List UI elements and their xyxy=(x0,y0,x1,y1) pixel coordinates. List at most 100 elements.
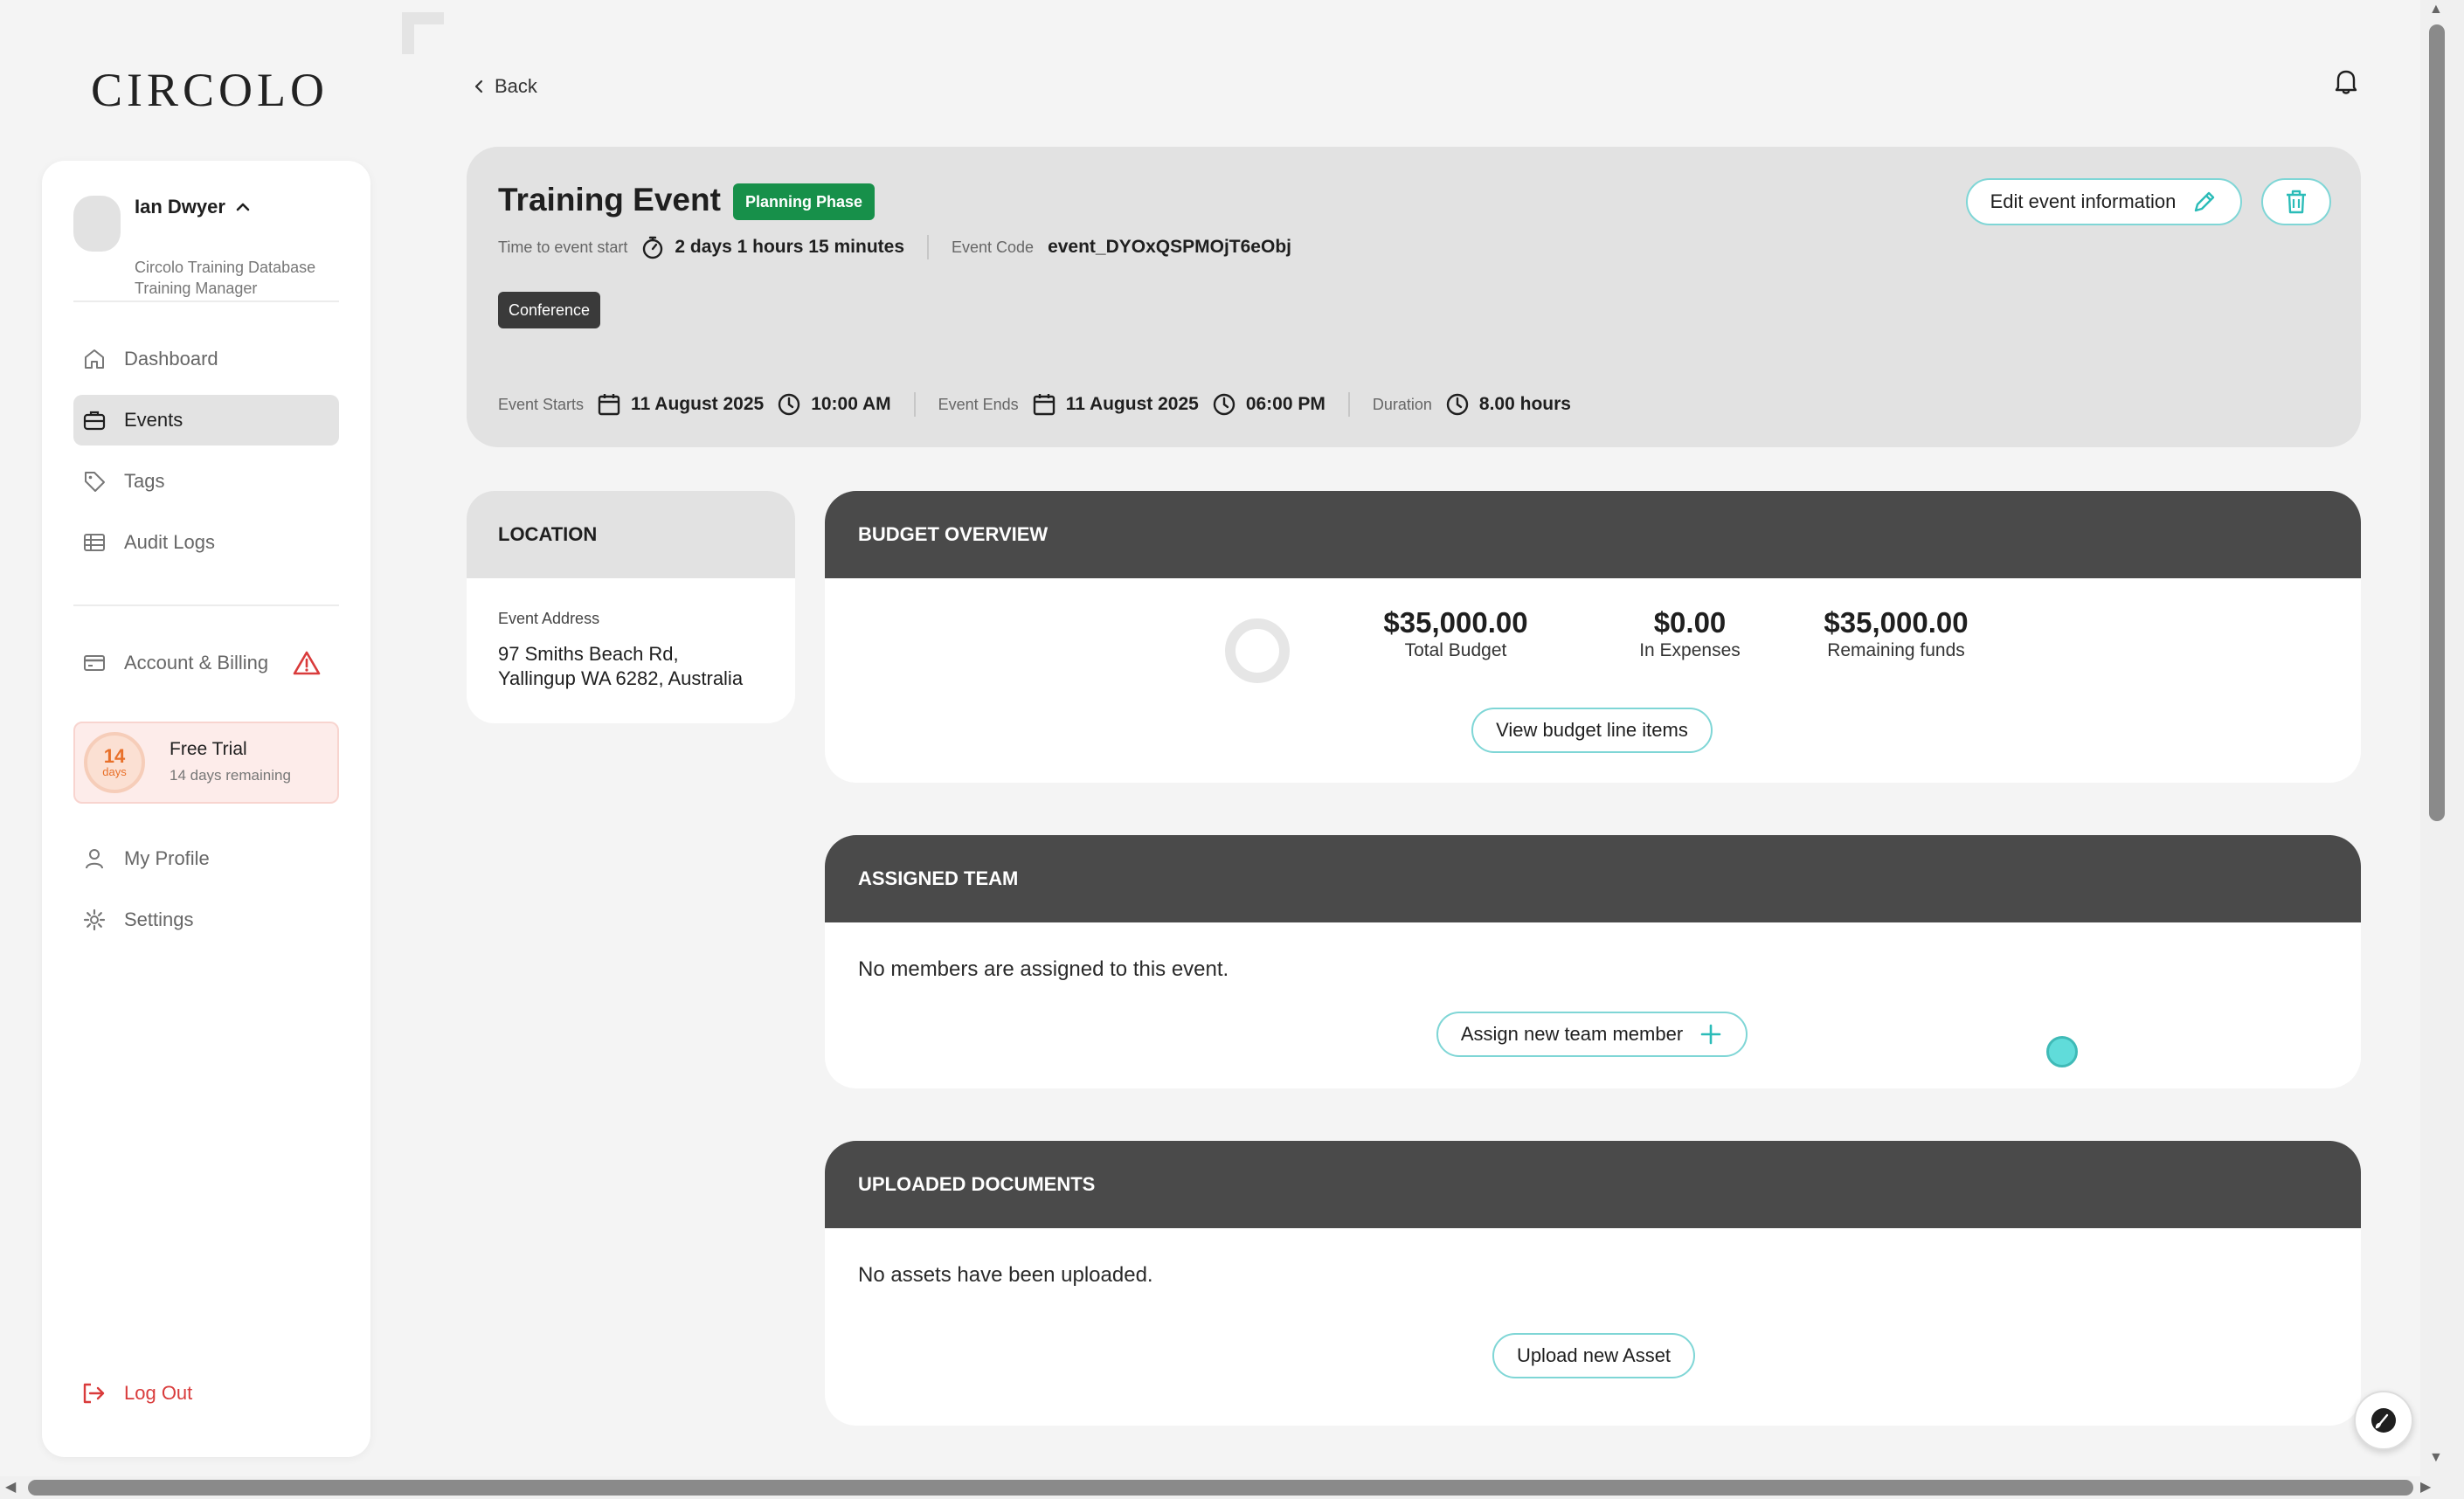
sidebar-item-label: Tags xyxy=(124,470,165,492)
sidebar-item-label: My Profile xyxy=(124,847,210,869)
sidebar-item-label: Settings xyxy=(124,908,194,930)
event-address-label: Event Address xyxy=(498,610,600,627)
corner-mark-icon xyxy=(402,12,444,54)
bell-icon[interactable] xyxy=(2331,66,2361,96)
clock-icon xyxy=(1213,393,1235,416)
duration-label: Duration xyxy=(1372,395,1432,413)
sidebar-item-settings[interactable]: Settings xyxy=(73,895,339,945)
event-ends-label: Event Ends xyxy=(938,395,1019,413)
horizontal-scroll-thumb[interactable] xyxy=(28,1480,2413,1496)
budget-overview-card: BUDGET OVERVIEW $35,000.00 Total Budget … xyxy=(825,491,2361,783)
plus-icon xyxy=(1700,1024,1721,1045)
sidebar-divider xyxy=(73,300,339,302)
event-starts-date: 11 August 2025 xyxy=(631,394,765,414)
event-code-value: event_DYOxQSPMOjT6eObj xyxy=(1048,237,1291,257)
chevron-up-icon xyxy=(236,203,250,211)
sidebar-item-label: Account & Billing xyxy=(124,652,269,674)
stopwatch-icon xyxy=(643,236,663,259)
team-empty-text: No members are assigned to this event. xyxy=(858,957,1229,981)
scroll-left-icon[interactable]: ◀ xyxy=(5,1478,16,1496)
user-name[interactable]: Ian Dwyer xyxy=(135,196,252,218)
sidebar: Ian Dwyer Circolo Training Database Trai… xyxy=(42,161,370,1457)
sidebar-divider xyxy=(73,604,339,606)
trash-icon xyxy=(2287,190,2306,214)
user-icon xyxy=(86,849,103,869)
sidebar-item-events[interactable]: Events xyxy=(73,395,339,446)
assign-team-member-button[interactable]: Assign new team member xyxy=(1436,1012,1748,1057)
delete-event-button[interactable] xyxy=(2261,178,2331,225)
clock-icon xyxy=(778,393,800,416)
time-to-start-value: 2 days 1 hours 15 minutes xyxy=(675,237,904,257)
upload-asset-button[interactable]: Upload new Asset xyxy=(1492,1333,1695,1378)
budget-ring-chart xyxy=(1225,618,1290,683)
logout-icon xyxy=(83,1383,105,1404)
budget-heading: BUDGET OVERVIEW xyxy=(825,491,2361,578)
meta-separator xyxy=(1347,392,1350,417)
total-budget-stat: $35,000.00 Total Budget xyxy=(1360,606,1552,662)
sidebar-item-account-billing[interactable]: Account & Billing xyxy=(73,638,339,688)
scroll-up-icon[interactable]: ▲ xyxy=(2429,2,2443,17)
remaining-amount: $35,000.00 xyxy=(1824,606,1969,639)
event-starts-label: Event Starts xyxy=(498,395,585,413)
event-schedule-row: Event Starts 11 August 2025 10:00 AM Eve… xyxy=(498,391,1571,418)
sidebar-item-tags[interactable]: Tags xyxy=(73,456,339,507)
avatar xyxy=(73,196,121,252)
upload-asset-label: Upload new Asset xyxy=(1516,1344,1672,1366)
user-organization: Circolo Training Database xyxy=(135,259,316,276)
expenses-amount: $0.00 xyxy=(1653,606,1727,639)
documents-heading: UPLOADED DOCUMENTS xyxy=(825,1141,2361,1228)
documents-empty-text: No assets have been uploaded. xyxy=(858,1263,1153,1287)
vertical-scrollbar[interactable]: ▲ ▼ xyxy=(2420,0,2464,1476)
trial-days-ring: 14 days xyxy=(84,732,145,793)
user-name-text: Ian Dwyer xyxy=(135,196,225,218)
event-header-card: Training Event Planning Phase Time to ev… xyxy=(467,147,2361,447)
uploaded-documents-card: UPLOADED DOCUMENTS No assets have been u… xyxy=(825,1141,2361,1426)
sidebar-item-my-profile[interactable]: My Profile xyxy=(73,833,339,884)
event-address-line2: Yallingup WA 6282, Australia xyxy=(498,667,744,689)
user-block[interactable]: Ian Dwyer Circolo Training Database Trai… xyxy=(73,192,353,297)
table-icon xyxy=(84,534,105,551)
horizontal-scrollbar[interactable]: ◀ ▶ xyxy=(0,1476,2464,1499)
calendar-icon xyxy=(1033,394,1055,416)
back-link[interactable]: Back xyxy=(472,75,537,98)
view-budget-button[interactable]: View budget line items xyxy=(1471,708,1713,753)
expenses-stat: $0.00 In Expenses xyxy=(1611,606,1768,662)
scroll-right-icon[interactable]: ▶ xyxy=(2420,1478,2431,1496)
remaining-stat: $35,000.00 Remaining funds xyxy=(1791,606,2001,662)
trial-title: Free Trial xyxy=(170,739,247,759)
edit-event-button[interactable]: Edit event information xyxy=(1966,178,2242,225)
meta-separator xyxy=(927,235,929,259)
logout-label: Log Out xyxy=(124,1382,193,1404)
floating-tool-button[interactable] xyxy=(2354,1391,2413,1450)
expenses-label: In Expenses xyxy=(1639,640,1741,660)
home-icon xyxy=(85,349,104,369)
location-heading: LOCATION xyxy=(467,491,795,578)
location-card: LOCATION Event Address 97 Smiths Beach R… xyxy=(467,491,795,723)
sidebar-item-audit-logs[interactable]: Audit Logs xyxy=(73,517,339,568)
sidebar-item-dashboard[interactable]: Dashboard xyxy=(73,334,339,384)
time-to-start-label: Time to event start xyxy=(498,238,628,256)
warning-icon xyxy=(293,651,321,675)
event-code-label: Event Code xyxy=(952,238,1035,256)
event-ends-date: 11 August 2025 xyxy=(1065,394,1199,414)
event-tag-chip: Conference xyxy=(498,292,601,328)
tag-icon xyxy=(85,472,105,492)
remaining-label: Remaining funds xyxy=(1827,640,1965,660)
edit-event-label: Edit event information xyxy=(1990,190,2177,212)
total-budget-amount: $35,000.00 xyxy=(1383,606,1528,639)
vertical-scroll-thumb[interactable] xyxy=(2429,24,2445,821)
back-label: Back xyxy=(495,75,537,97)
cursor-indicator xyxy=(2046,1036,2078,1067)
event-address-line1: 97 Smiths Beach Rd, xyxy=(498,643,679,665)
sidebar-item-label: Audit Logs xyxy=(124,531,215,553)
assigned-team-card: ASSIGNED TEAM No members are assigned to… xyxy=(825,835,2361,1088)
event-title: Training Event xyxy=(498,182,721,218)
chevron-left-icon xyxy=(474,79,483,93)
brand-logo[interactable]: CIRCOLO xyxy=(91,63,329,117)
scroll-down-icon[interactable]: ▼ xyxy=(2429,1450,2443,1466)
pencil-icon xyxy=(2195,191,2215,212)
sidebar-item-label: Dashboard xyxy=(124,348,218,370)
logout-button[interactable]: Log Out xyxy=(80,1380,192,1406)
free-trial-card[interactable]: 14 days Free Trial 14 days remaining xyxy=(73,722,339,804)
credit-card-icon xyxy=(84,655,105,671)
